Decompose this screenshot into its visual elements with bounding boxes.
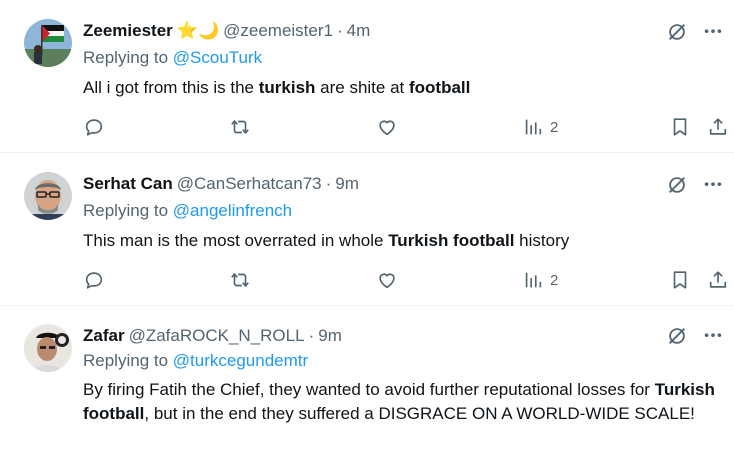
avatar[interactable] — [24, 324, 72, 372]
reply-button[interactable] — [83, 114, 105, 140]
highlight-term: football — [408, 78, 471, 97]
avatar[interactable] — [24, 19, 72, 67]
like-icon — [379, 273, 395, 289]
retweet-icon — [231, 120, 249, 134]
retweet-icon — [231, 273, 249, 287]
retweet-button[interactable] — [229, 114, 251, 140]
grok-icon[interactable] — [666, 174, 688, 196]
text-segment: , but in the end they suffered a DISGRAC… — [144, 404, 695, 423]
bookmark-button[interactable] — [669, 267, 691, 293]
separator-dot: · — [308, 326, 315, 345]
like-button[interactable] — [376, 267, 398, 293]
share-button[interactable] — [707, 267, 729, 293]
timestamp[interactable]: 4m — [347, 21, 371, 41]
more-icon[interactable] — [702, 175, 724, 195]
share-button[interactable] — [707, 114, 729, 140]
highlight-term: turkish — [258, 78, 316, 97]
replying-to: Replying to @turkcegundemtr — [83, 351, 308, 371]
like-icon — [379, 120, 395, 136]
replying-label: Replying to — [83, 351, 173, 370]
timestamp[interactable]: 9m — [318, 326, 342, 346]
text-segment: By firing Fatih the Chief, they wanted t… — [83, 380, 655, 399]
views-icon — [525, 272, 542, 288]
action-bar: 2 — [83, 267, 728, 293]
text-segment: are shite at — [315, 78, 409, 97]
display-name[interactable]: Zeemiester — [83, 21, 173, 41]
display-name[interactable]: Zafar — [83, 326, 125, 346]
highlight-term: Turkish football — [388, 231, 515, 250]
bookmark-icon — [673, 271, 687, 289]
handle[interactable]: @zeemeister1 — [223, 21, 333, 41]
views-count: 2 — [550, 118, 559, 136]
grok-icon[interactable] — [666, 325, 688, 347]
text-segment: All i got from this is the — [83, 78, 259, 97]
retweet-button[interactable] — [229, 267, 251, 293]
replying-label: Replying to — [83, 201, 173, 220]
views-button[interactable]: 2 — [522, 267, 558, 293]
share-icon — [709, 118, 727, 135]
more-icon[interactable] — [702, 326, 724, 346]
separator-dot: · — [336, 21, 343, 40]
views-button[interactable]: 2 — [522, 114, 558, 140]
replying-to: Replying to @angelinfrench — [83, 201, 292, 221]
views-count: 2 — [550, 271, 559, 289]
tweet-text: All i got from this is the turkish are s… — [83, 76, 728, 100]
timestamp[interactable]: 9m — [335, 174, 359, 194]
reply-button[interactable] — [83, 267, 105, 293]
tweet-text: This man is the most overrated in whole … — [83, 229, 728, 253]
text-segment: history — [514, 231, 570, 250]
tweet[interactable]: Serhat Can @CanSerhatcan73 · 9m Replying… — [0, 153, 734, 306]
profile-badge-emoji: ⭐🌙 — [176, 21, 220, 40]
handle[interactable]: @CanSerhatcan73 — [177, 174, 322, 194]
views-icon — [525, 119, 542, 135]
tweet[interactable]: Zeemiester ⭐🌙 @zeemeister1 · 4m Replying… — [0, 0, 734, 153]
replying-label: Replying to — [83, 48, 173, 67]
like-button[interactable] — [376, 114, 398, 140]
tweet[interactable]: Zafar @ZafaROCK_N_ROLL · 9m Replying to … — [0, 306, 734, 456]
bookmark-button[interactable] — [669, 114, 691, 140]
replying-to-link[interactable]: @turkcegundemtr — [173, 351, 308, 370]
separator-dot: · — [325, 174, 332, 193]
tweet-text: By firing Fatih the Chief, they wanted t… — [83, 378, 728, 426]
reply-icon — [85, 272, 103, 289]
display-name[interactable]: Serhat Can — [83, 174, 173, 194]
replying-to-link[interactable]: @angelinfrench — [173, 201, 292, 220]
replying-to-link[interactable]: @ScouTurk — [173, 48, 262, 67]
text-segment: This man is the most overrated in whole — [83, 231, 389, 250]
share-icon — [709, 271, 727, 288]
bookmark-icon — [673, 118, 687, 136]
handle[interactable]: @ZafaROCK_N_ROLL — [129, 326, 305, 346]
reply-icon — [85, 119, 103, 136]
grok-icon[interactable] — [666, 21, 688, 43]
more-icon[interactable] — [702, 22, 724, 42]
action-bar: 2 — [83, 114, 728, 140]
replying-to: Replying to @ScouTurk — [83, 48, 262, 68]
avatar[interactable] — [24, 172, 72, 220]
